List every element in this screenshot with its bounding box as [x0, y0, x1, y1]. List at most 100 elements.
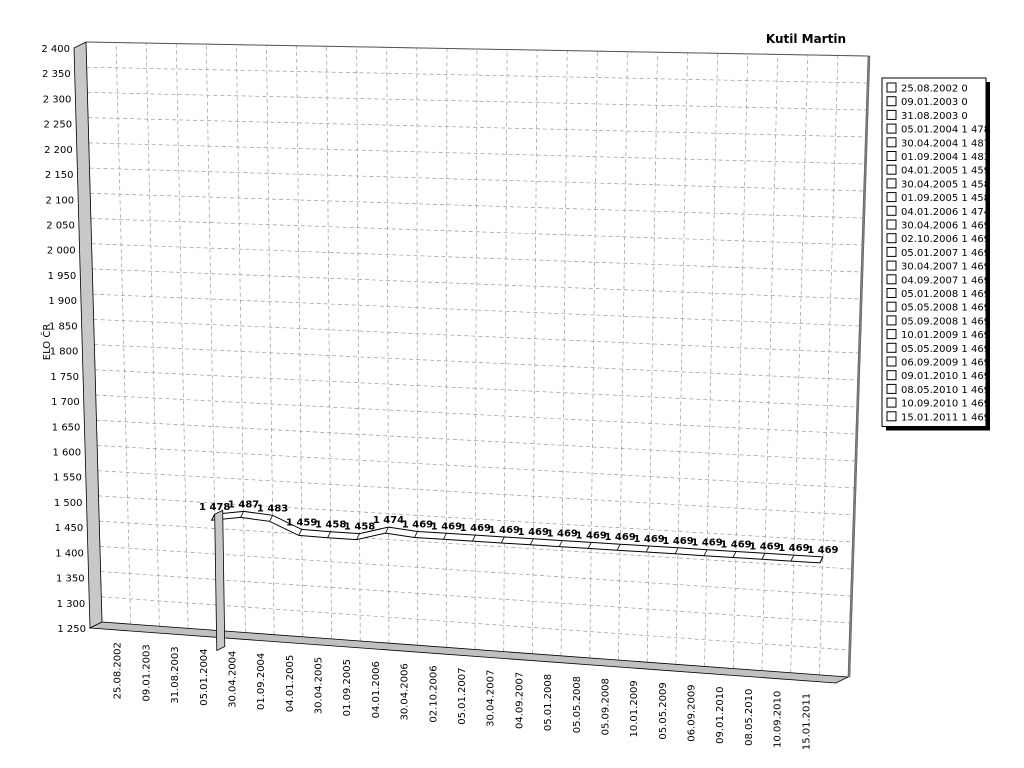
y-tick-label: 1 700	[51, 397, 80, 408]
x-tick-label: 15.01.2011	[801, 693, 812, 750]
y-tick-label: 1 300	[57, 599, 86, 610]
grid-line-vertical	[560, 50, 568, 656]
x-tick-label: 10.09.2010	[773, 691, 784, 748]
grid-line-horizontal	[96, 419, 855, 462]
grid-line-vertical	[145, 43, 160, 627]
y-tick-label: 1 500	[54, 498, 83, 509]
legend-entry: 05.01.2008 1 469	[901, 289, 990, 300]
x-tick-label: 30.04.2007	[486, 670, 497, 727]
legend-swatch	[886, 356, 897, 367]
y-axis-label: ELO ČR	[40, 324, 53, 361]
legend-swatch	[886, 192, 897, 203]
data-label: 1 469	[402, 520, 433, 531]
axis-walls	[73, 41, 871, 684]
y-tick-label: 1 650	[52, 422, 81, 433]
legend-swatch	[886, 397, 897, 408]
x-tick-label: 04.01.2006	[371, 661, 382, 718]
legend-swatch	[886, 301, 897, 312]
right-wall-edge	[847, 55, 871, 678]
data-label: 1 458	[344, 522, 375, 533]
legend-entry: 02.10.2006 1 469	[901, 234, 990, 245]
grid-line-vertical	[474, 48, 478, 650]
x-tick-label: 01.09.2005	[342, 659, 353, 716]
data-label: 1 478	[199, 502, 230, 513]
legend-swatch	[886, 260, 897, 271]
legend-entry: 30.04.2005 1 458	[901, 179, 990, 190]
x-tick-label: 06.09.2009	[687, 684, 698, 741]
data-label: 1 459	[286, 517, 317, 528]
legend-entry: 15.01.2011 1 469	[901, 412, 990, 423]
legend-swatch	[886, 329, 897, 340]
legend-swatch	[886, 370, 897, 381]
y-tick-label: 1 450	[55, 523, 84, 534]
legend-entry: 04.01.2005 1 459	[901, 166, 990, 177]
grid-line-vertical	[761, 54, 779, 671]
x-tick-label: 30.04.2004	[227, 651, 238, 708]
grid-line-vertical	[790, 54, 809, 673]
data-label: 1 469	[489, 525, 520, 536]
data-label: 1 469	[749, 541, 780, 552]
series-drop-wall	[214, 509, 226, 652]
left-wall	[73, 41, 103, 629]
legend-swatch	[886, 205, 897, 216]
y-tick-label: 1 950	[48, 271, 77, 282]
legend-entry: 05.05.2009 1 469	[901, 344, 990, 355]
grid-line-vertical	[236, 44, 246, 633]
legend-swatch	[886, 96, 897, 107]
chart-area: 1 250 1 300 1 350 1 400 1 450 1 500 1 550 1 600…	[40, 32, 990, 750]
legend-entry: 08.05.2010 1 469	[901, 385, 990, 396]
legend-entry: 01.09.2004 1 483	[901, 152, 990, 163]
grid-line-vertical	[296, 45, 304, 637]
legend-swatch	[886, 123, 897, 134]
y-tick-label: 2 050	[46, 221, 75, 232]
y-tick-label: 2 250	[43, 120, 72, 131]
y-tick-label: 1 600	[52, 447, 81, 458]
legend-swatch	[886, 383, 897, 394]
grid-line-vertical	[326, 46, 332, 639]
chart-title: Kutil Martin	[766, 32, 846, 46]
data-label: 1 483	[257, 503, 288, 514]
x-tick-label: 02.10.2006	[428, 665, 439, 722]
legend-swatch	[886, 233, 897, 244]
grid-line-vertical	[532, 50, 538, 654]
data-label: 1 487	[228, 499, 259, 510]
x-tick-label: 05.01.2007	[457, 668, 468, 725]
legend-swatch	[886, 342, 897, 353]
data-label: 1 469	[460, 523, 491, 534]
legend-entry: 25.08.2002 0	[901, 84, 968, 95]
data-label: 1 469	[431, 521, 462, 532]
grid-line-vertical	[818, 55, 839, 675]
legend-swatch	[886, 246, 897, 257]
legend-swatch	[886, 315, 897, 326]
x-tick-label: 10.01.2009	[629, 680, 640, 737]
legend-entry: 05.01.2004 1 478	[901, 125, 990, 136]
legend-swatch	[886, 82, 897, 93]
legend-entry: 10.01.2009 1 469	[901, 330, 990, 341]
legend-entry: 05.09.2008 1 469	[901, 316, 990, 327]
x-tick-label: 25.08.2002	[113, 642, 124, 699]
legend-swatch	[886, 219, 897, 230]
grid-lines	[85, 41, 869, 678]
y-tick-label: 2 100	[46, 195, 75, 206]
grid-line-vertical	[646, 52, 658, 663]
x-tick-label: 05.05.2008	[572, 676, 583, 733]
legend-entry: 01.09.2005 1 458	[901, 193, 990, 204]
y-tick-label: 1 250	[57, 624, 86, 635]
grid-line-vertical	[416, 47, 418, 646]
data-label: 1 469	[662, 536, 693, 547]
legend-entry: 04.09.2007 1 469	[901, 275, 990, 286]
data-label: 1 474	[373, 515, 404, 526]
data-label: 1 469	[518, 527, 549, 538]
grid-line-vertical	[704, 53, 718, 667]
x-tick-label: 09.01.2010	[715, 687, 726, 744]
legend-entry: 31.08.2003 0	[901, 111, 968, 122]
data-label: 1 458	[315, 520, 346, 531]
y-tick-label: 2 200	[44, 145, 73, 156]
x-tick-label: 04.01.2005	[285, 655, 296, 712]
data-label: 1 469	[720, 539, 751, 550]
x-tick-label: 30.04.2006	[400, 663, 411, 720]
x-tick-label: 04.09.2007	[514, 672, 525, 729]
legend-entry: 05.05.2008 1 469	[901, 303, 990, 314]
x-tick-label: 05.01.2008	[543, 674, 554, 731]
legend-entry: 30.04.2006 1 469	[901, 221, 990, 232]
